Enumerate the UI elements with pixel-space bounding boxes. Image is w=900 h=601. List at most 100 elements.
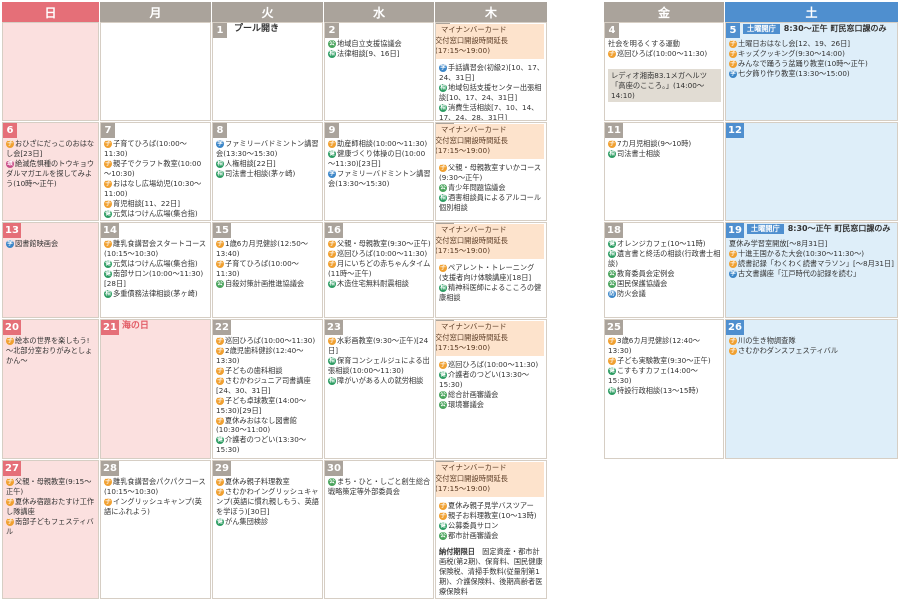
calendar-cell-day-8[interactable]: 8 学ファミリーバドミントン講習会(13:30～15:30) 相人権相談[22日] 相… (212, 122, 323, 221)
event-item[interactable]: 相木造住宅無料耐震相談 (328, 279, 431, 289)
event-item[interactable]: 公環境審議会 (439, 400, 544, 410)
event-item[interactable]: 子 1歳6カ月児健診(12:50～13:40) (216, 239, 320, 259)
event-item[interactable]: 子おはなし広場幼児(10:30～11:00) (104, 179, 208, 199)
event-item[interactable]: 相保育コンシェルジュによる出張相談(10:00～11:30) (328, 356, 431, 376)
event-item[interactable]: 相消費生活相談[7、10、14、17、24、28、31日] (439, 103, 544, 120)
event-item[interactable]: 相特設行政相談(13～15時) (608, 386, 721, 396)
event-item[interactable]: 健がん集団検診 (216, 517, 320, 527)
calendar-cell-day-12[interactable]: 12 (725, 122, 898, 221)
event-item[interactable]: 子ペアレント・トレーニング(支援者向け体験講座)[18日] (439, 263, 544, 283)
event-item[interactable]: 学手話講習会(初級2)[10、17、24、31日] (439, 63, 544, 83)
event-item[interactable]: 学図書館映画会 (6, 239, 96, 249)
event-item[interactable]: 公青少年問題協議会 (439, 183, 544, 193)
event-item[interactable]: 子助産師相談(10:00～11:30) (328, 139, 431, 149)
event-item[interactable]: 公自殺対策計画推進協議会 (216, 279, 320, 289)
event-item[interactable]: 健オレンジカフェ(10～11時) (608, 239, 721, 249)
calendar-cell-day-6[interactable]: 6 子おひざにだっこのおはなし会[23日] 環絶滅危惧種のトウキョウダルマガエルを探… (2, 122, 99, 221)
event-item[interactable]: 相酒害相談員によるアルコール個別相談 (439, 193, 544, 213)
event-item[interactable]: 学ファミリーバドミントン講習会(13:30～15:30) (328, 169, 431, 189)
event-item[interactable]: 環絶滅危惧種のトウキョウダルマガエルを探してみよう(10時～正午) (6, 159, 96, 189)
event-item[interactable]: 夏休み学習室開放[～8月31日] (729, 239, 895, 249)
event-item[interactable]: 子夏休み宿題おたすけ工作し隊講座 (6, 497, 96, 517)
event-item[interactable]: 子月にいちどの赤ちゃんタイム(11時～正午) (328, 259, 431, 279)
event-item[interactable]: 公地域自立支援協議会 (328, 39, 431, 49)
event-item[interactable]: 子子どもの歯科相談 (216, 366, 320, 376)
calendar-cell-day-26[interactable]: 26 子川の生き物調査隊子さむかわダンスフェスティバル (725, 319, 898, 459)
event-item[interactable]: 健健康づくり体操の日(10:00～11:30)[23日] (328, 149, 431, 169)
calendar-cell-day-19[interactable]: 19 土曜開庁 8:30～正午 町民窓口課のみ 夏休み学習室開放[～8月31日] 子十進… (725, 222, 898, 318)
event-item[interactable]: 子父親・母親教室すいかコース(9:30～正午) (439, 163, 544, 183)
event-item[interactable]: 学古文書講座「江戸時代の記録を読む」 (729, 269, 895, 279)
event-item[interactable]: 子父親・母親教室(9:15～正午) (6, 477, 96, 497)
event-item[interactable]: 子巡回ひろば(10:00～11:30) (216, 336, 320, 346)
event-item[interactable]: 子育児相談[11、22日] (104, 199, 208, 209)
calendar-cell-day-1[interactable]: 1 プール開き (212, 22, 323, 121)
calendar-cell-day-21[interactable]: 21 海の日 (100, 319, 211, 459)
event-item[interactable]: 子父親・母親教室(9:30～正午) (328, 239, 431, 249)
event-item[interactable]: 公国民保護協議会 (608, 279, 721, 289)
event-item[interactable]: 健元気はつけん広場(集合指) (104, 259, 208, 269)
calendar-cell-day-24[interactable]: 24マイナンバーカード交付窓口開設時間延長(17:15～19:00)子巡回ひろば… (435, 319, 547, 459)
event-item[interactable]: 健こすもすカフェ(14:00～15:30) (608, 366, 721, 386)
event-item[interactable]: 社会を明るくする運動 (608, 39, 721, 49)
event-item[interactable]: 子離乳食講習会パクパクコース(10:15～10:30) (104, 477, 208, 497)
calendar-cell-day-9[interactable]: 9 子助産師相談(10:00～11:30) 健健康づくり体操の日(10:00～11:… (324, 122, 434, 221)
event-item[interactable]: 子南部子どもフェスティバル (6, 517, 96, 537)
event-item[interactable]: 子キッズクッキング(9:30～14:00) (729, 49, 895, 59)
calendar-cell-day-4[interactable]: 4 社会を明るくする運動子巡回ひろば(10:00～11:30) レディオ湘南83.1… (604, 22, 724, 121)
event-item[interactable]: 健介護者のつどい(13:30～15:30) (439, 370, 544, 390)
event-item[interactable]: 相多重債務法律相談(茅ヶ崎) (104, 289, 208, 299)
event-item[interactable]: 健公募委員サロン (439, 521, 544, 531)
event-item[interactable]: 公都市計画審議会 (439, 531, 544, 541)
event-item[interactable]: 子水彩画教室(9:30～正午)[24日] (328, 336, 431, 356)
event-item[interactable]: 学七夕飾り作り教室(13:30～15:00) (729, 69, 895, 79)
event-item[interactable]: 公まち・ひと・しごと創生総合戦略策定等外部委員会 (328, 477, 431, 497)
calendar-cell-day-25[interactable]: 25 子 3歳6カ月児健診(12:40～13:30) 子子ども実験教室(9:30～正午… (604, 319, 724, 459)
event-item[interactable]: 子子ども実験教室(9:30～正午) (608, 356, 721, 366)
event-item[interactable]: 健元気はつけん広場(集合指)[22、29日] (104, 209, 208, 220)
event-item[interactable]: 子イングリッシュキャンプ(英語にふれよう) (104, 497, 208, 517)
event-item[interactable]: 学ファミリーバドミントン講習会(13:30～15:30) (216, 139, 320, 159)
event-item[interactable]: 子さむかわイングリッシュキャンプ(英語に慣れ親しもう、英語を学ぼう)[30日] (216, 487, 320, 517)
calendar-cell-day-11[interactable]: 11 子 7カ月児相談(9～10時) 相司法書士相談 (604, 122, 724, 221)
event-item[interactable]: 健南部サロン(10:00～11:30)[28日] (104, 269, 208, 289)
event-item[interactable]: 子離乳食講習会スタートコース(10:15～10:30) (104, 239, 208, 259)
event-item[interactable]: 子 7カ月児相談(9～10時) (608, 139, 721, 149)
calendar-cell-day-15[interactable]: 15 子 1歳6カ月児健診(12:50～13:40) 子子育てひろば(10:00～11… (212, 222, 323, 318)
calendar-cell-day-2[interactable]: 2 公地域自立支援協議会相法律相談[9、16日] (324, 22, 434, 121)
event-item[interactable]: 相法律相談[9、16日] (328, 49, 431, 59)
event-item[interactable]: 子子ども卓球教室(14:00～15:30)[29日] (216, 396, 320, 416)
event-item[interactable]: 相司法書士相談(茅ヶ崎) (216, 169, 320, 179)
event-item[interactable]: 相遺言書と終活の相談(行政書士相談) (608, 249, 721, 269)
event-item[interactable]: 子子育てひろば(10:00～11:30) (104, 139, 208, 159)
event-item[interactable]: 相障がいがある人の就労相談 (328, 376, 431, 386)
event-item[interactable]: 相地域包括支援センター出張相談[10、17、24、31日] (439, 83, 544, 103)
event-item[interactable]: 相司法書士相談 (608, 149, 721, 159)
event-item[interactable]: 子みんなで踊ろう盆踊り教室(10時～正午) (729, 59, 895, 69)
event-item[interactable]: 子おひざにだっこのおはなし会[23日] (6, 139, 96, 159)
event-item[interactable]: 子巡回ひろば(10:00～11:30) (328, 249, 431, 259)
calendar-cell-day-5[interactable]: 5 土曜開庁 8:30～正午 町民窓口課のみ子土曜日おはなし会[12、19、26日]… (725, 22, 898, 121)
event-item[interactable]: 相精神科医師によるこころの健康相談 (439, 283, 544, 303)
calendar-cell-day-7[interactable]: 7 子子育てひろば(10:00～11:30) 子親子でクラフト教室(10:00～10… (100, 122, 211, 221)
calendar-cell-day-31[interactable]: 31マイナンバーカード交付窓口開設時間延長(17:15～19:00)子夏休み親子… (435, 460, 547, 599)
event-item[interactable]: 健介護者のつどい(13:30～15:30) (216, 435, 320, 455)
calendar-cell-day-3[interactable]: 3マイナンバーカード交付窓口開設時間延長(17:15～19:00)学手話講習会(… (435, 22, 547, 121)
event-item[interactable]: 子川の生き物調査隊 (729, 336, 895, 346)
calendar-cell-day-27[interactable]: 27 子父親・母親教室(9:15～正午) 子夏休み宿題おたすけ工作し隊講座子南部子ど… (2, 460, 99, 599)
event-item[interactable]: 子巡回ひろば(10:00～11:30) (439, 360, 544, 370)
calendar-cell-day-13[interactable]: 13 学図書館映画会 (2, 222, 99, 318)
calendar-cell-day-18[interactable]: 18 健オレンジカフェ(10～11時) 相遺言書と終活の相談(行政書士相談) 公教育委… (604, 222, 724, 318)
calendar-cell-day-20[interactable]: 20 子絵本の世界を楽しもう!～北部分室おりがみとしょかん～ (2, 319, 99, 459)
event-item[interactable]: 子十進王国かるた大会(10:30～11:30～) (729, 249, 895, 259)
event-item[interactable]: 子 3歳6カ月児健診(12:40～13:30) (608, 336, 721, 356)
calendar-cell-day-23[interactable]: 23 子水彩画教室(9:30～正午)[24日] 相保育コンシェルジュによる出張相談(… (324, 319, 434, 459)
event-item[interactable]: 公教育委員会定例会 (608, 269, 721, 279)
event-item[interactable]: 防防火会議 (608, 289, 721, 299)
event-item[interactable]: 子さむかわダンスフェスティバル (729, 346, 895, 356)
event-item[interactable]: 子土曜日おはなし会[12、19、26日] (729, 39, 895, 49)
event-item[interactable]: 子親子でクラフト教室(10:00～10:30) (104, 159, 208, 179)
calendar-cell-day-29[interactable]: 29 子夏休み親子料理教室子さむかわイングリッシュキャンプ(英語に慣れ親しもう、英… (212, 460, 323, 599)
calendar-cell-day-22[interactable]: 22 子巡回ひろば(10:00～11:30) 子 2歳児歯科健診(12:40～13:3… (212, 319, 323, 459)
event-item[interactable]: 子子育てひろば(10:00～11:30) (216, 259, 320, 279)
